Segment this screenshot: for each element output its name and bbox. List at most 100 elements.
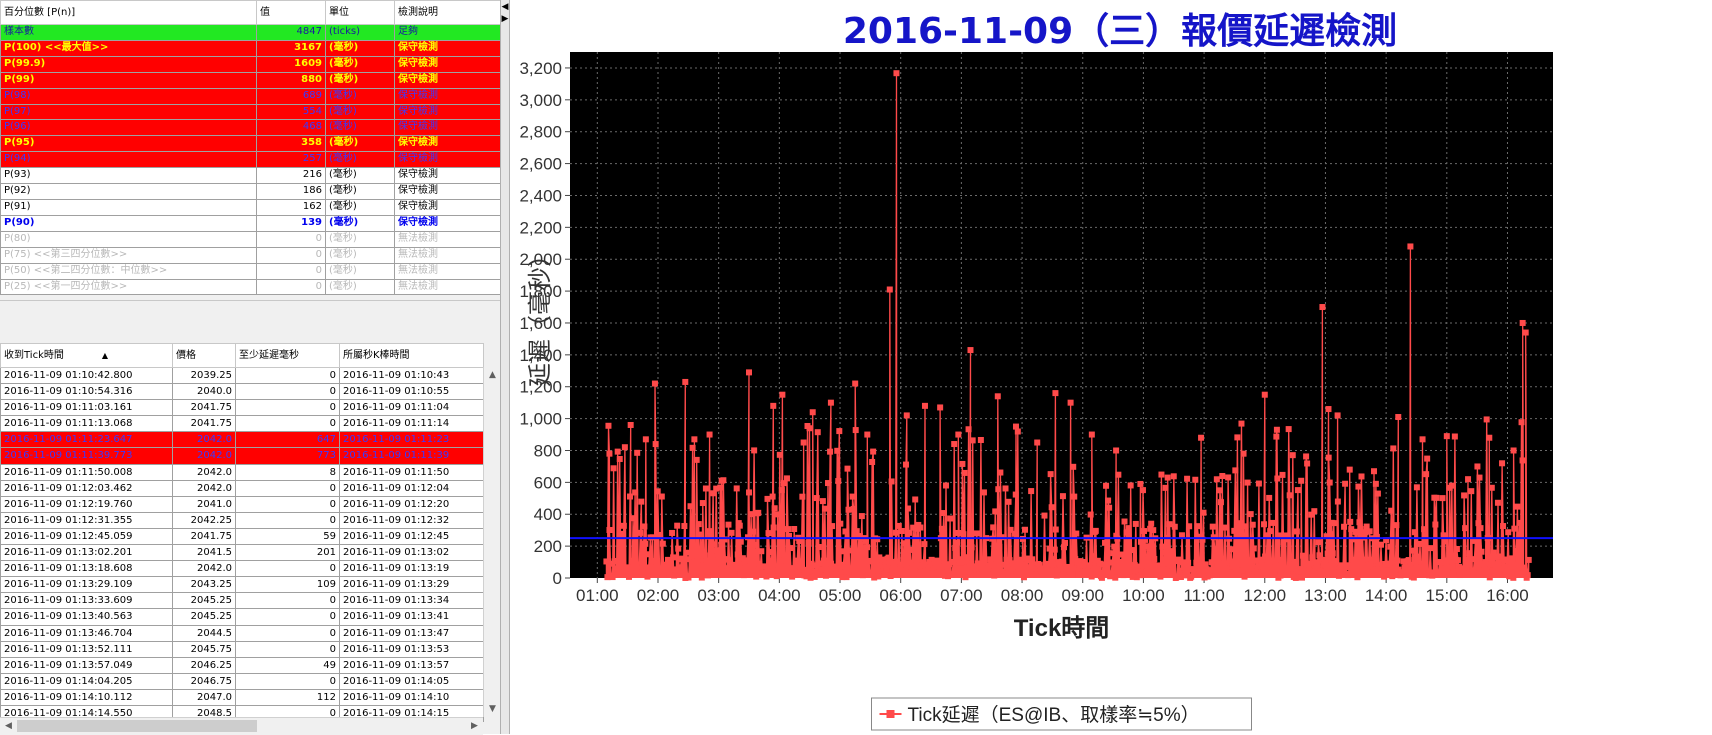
percentile-row[interactable]: P(97) 554 (毫秒) 保守檢測 — [0, 103, 501, 121]
tick-bar-cell[interactable]: 2016-11-09 01:11:39 — [339, 447, 484, 465]
percentile-value-cell[interactable]: 554 — [256, 103, 326, 121]
percentile-unit-cell[interactable]: (毫秒) — [325, 119, 395, 137]
tick-row[interactable]: 2016-11-09 01:11:13.068 2041.75 0 2016-11-0… — [0, 415, 484, 433]
tick-row[interactable]: 2016-11-09 01:11:50.008 2042.0 8 2016-11-09… — [0, 463, 484, 481]
percentile-note-cell[interactable]: 保守檢測 — [394, 119, 501, 137]
percentile-unit-cell[interactable]: (毫秒) — [325, 183, 395, 200]
tick-row[interactable]: 2016-11-09 01:13:02.201 2041.5 201 2016-11-… — [0, 544, 484, 562]
percentile-unit-cell[interactable]: (毫秒) — [325, 87, 395, 105]
percentile-row[interactable]: 樣本數 4847 (ticks) 足夠 — [0, 24, 501, 41]
tick-delay-cell[interactable]: 0 — [235, 672, 340, 690]
tick-bar-cell[interactable]: 2016-11-09 01:10:55 — [339, 383, 484, 401]
tick-delay-cell[interactable]: 0 — [235, 560, 340, 578]
percentile-label-cell[interactable]: P(90) — [0, 214, 257, 232]
percentile-row[interactable]: P(95) 358 (毫秒) 保守檢測 — [0, 135, 501, 153]
tick-time-cell[interactable]: 2016-11-09 01:13:40.563 — [0, 608, 173, 626]
tick-delay-cell[interactable]: 0 — [235, 592, 340, 610]
tick-delay-cell[interactable]: 0 — [235, 624, 340, 642]
percentile-note-cell[interactable]: 保守檢測 — [394, 167, 501, 185]
tick-price-cell[interactable]: 2041.75 — [172, 399, 236, 417]
tick-row[interactable]: 2016-11-09 01:12:45.059 2041.75 59 2016-11-… — [0, 527, 484, 546]
percentile-note-cell[interactable]: 保守檢測 — [394, 135, 501, 153]
tick-price-cell[interactable]: 2046.75 — [172, 672, 236, 690]
tick-time-cell[interactable]: 2016-11-09 01:10:42.800 — [0, 366, 173, 385]
tick-bar-cell[interactable]: 2016-11-09 01:12:32 — [339, 511, 484, 529]
percentile-value-cell[interactable]: 468 — [256, 119, 326, 137]
tick-delay-cell[interactable]: 201 — [235, 544, 340, 562]
tick-row[interactable]: 2016-11-09 01:10:54.316 2040.0 0 2016-11-09… — [0, 383, 484, 401]
tick-bar-cell[interactable]: 2016-11-09 01:13:53 — [339, 640, 484, 658]
tick-price-cell[interactable]: 2044.5 — [172, 624, 236, 642]
tick-time-cell[interactable]: 2016-11-09 01:13:57.049 — [0, 656, 173, 674]
tick-bar-cell[interactable]: 2016-11-09 01:13:41 — [339, 608, 484, 626]
col-header-tick-time[interactable]: 收到Tick時間 ▲ — [0, 343, 173, 368]
tick-time-cell[interactable]: 2016-11-09 01:13:29.109 — [0, 576, 173, 594]
percentile-label-cell[interactable]: P(98) — [0, 87, 257, 105]
tick-time-cell[interactable]: 2016-11-09 01:13:18.608 — [0, 560, 173, 578]
tick-bar-cell[interactable]: 2016-11-09 01:11:23 — [339, 431, 484, 449]
tick-delay-cell[interactable]: 0 — [235, 608, 340, 626]
tick-bar-cell[interactable]: 2016-11-09 01:13:29 — [339, 576, 484, 594]
percentile-unit-cell[interactable]: (毫秒) — [325, 167, 395, 185]
col-header-note[interactable]: 檢測說明 — [394, 0, 501, 25]
percentile-value-cell[interactable]: 0 — [256, 246, 326, 264]
percentile-row[interactable]: P(91) 162 (毫秒) 保守檢測 — [0, 198, 501, 216]
percentile-label-cell[interactable]: P(25) <<第一四分位數>> — [0, 278, 257, 296]
tick-bar-cell[interactable]: 2016-11-09 01:13:57 — [339, 656, 484, 674]
tick-bar-cell[interactable]: 2016-11-09 01:13:19 — [339, 560, 484, 578]
percentile-note-cell[interactable]: 無法檢測 — [394, 262, 501, 280]
percentile-unit-cell[interactable]: (ticks) — [325, 24, 395, 41]
percentile-value-cell[interactable]: 0 — [256, 278, 326, 296]
tick-bar-cell[interactable]: 2016-11-09 01:12:20 — [339, 495, 484, 513]
col-header-delay[interactable]: 至少延遲毫秒 — [235, 343, 340, 368]
percentile-value-cell[interactable]: 1609 — [256, 55, 326, 73]
percentile-value-cell[interactable]: 162 — [256, 198, 326, 216]
tick-row[interactable]: 2016-11-09 01:13:52.111 2045.75 0 2016-11-0… — [0, 640, 484, 658]
tick-time-cell[interactable]: 2016-11-09 01:13:02.201 — [0, 544, 173, 562]
tick-row[interactable]: 2016-11-09 01:13:57.049 2046.25 49 2016-11-… — [0, 656, 484, 674]
percentile-row[interactable]: P(75) <<第三四分位數>> 0 (毫秒) 無法檢測 — [0, 246, 501, 264]
percentile-note-cell[interactable]: 保守檢測 — [394, 214, 501, 232]
percentile-value-cell[interactable]: 3167 — [256, 39, 326, 57]
horizontal-scrollbar[interactable]: ◀ ▶ — [0, 717, 483, 735]
col-header-value[interactable]: 值 — [256, 0, 326, 25]
tick-delay-cell[interactable]: 0 — [235, 399, 340, 417]
tick-price-cell[interactable]: 2046.25 — [172, 656, 236, 674]
percentile-row[interactable]: P(100) <<最大值>> 3167 (毫秒) 保守檢測 — [0, 39, 501, 57]
percentile-note-cell[interactable]: 足夠 — [394, 24, 501, 41]
percentile-label-cell[interactable]: P(93) — [0, 167, 257, 185]
percentile-label-cell[interactable]: P(95) — [0, 135, 257, 153]
tick-bar-cell[interactable]: 2016-11-09 01:11:04 — [339, 399, 484, 417]
tick-time-cell[interactable]: 2016-11-09 01:12:03.462 — [0, 479, 173, 497]
tick-delay-cell[interactable]: 0 — [235, 383, 340, 401]
percentile-note-cell[interactable]: 保守檢測 — [394, 71, 501, 89]
tick-row[interactable]: 2016-11-09 01:14:10.112 2047.0 112 2016-11-… — [0, 688, 484, 706]
tick-time-cell[interactable]: 2016-11-09 01:11:50.008 — [0, 463, 173, 481]
tick-price-cell[interactable]: 2042.0 — [172, 463, 236, 481]
vertical-scrollbar[interactable]: ▲ ▼ — [483, 367, 501, 717]
percentile-label-cell[interactable]: P(100) <<最大值>> — [0, 39, 257, 57]
percentile-value-cell[interactable]: 257 — [256, 151, 326, 169]
tick-delay-cell[interactable]: 59 — [235, 527, 340, 546]
tick-price-cell[interactable]: 2041.5 — [172, 544, 236, 562]
tick-time-cell[interactable]: 2016-11-09 01:11:13.068 — [0, 415, 173, 433]
col-header-unit[interactable]: 單位 — [325, 0, 395, 25]
tick-price-cell[interactable]: 2045.25 — [172, 608, 236, 626]
tick-price-cell[interactable]: 2039.25 — [172, 366, 236, 385]
tick-delay-cell[interactable]: 0 — [235, 640, 340, 658]
percentile-value-cell[interactable]: 358 — [256, 135, 326, 153]
col-header-price[interactable]: 價格 — [172, 343, 236, 368]
tick-delay-cell[interactable]: 0 — [235, 366, 340, 385]
scroll-down-icon[interactable]: ▼ — [484, 701, 501, 717]
tick-row[interactable]: 2016-11-09 01:14:04.205 2046.75 0 2016-11-0… — [0, 672, 484, 690]
tick-price-cell[interactable]: 2042.25 — [172, 511, 236, 529]
percentile-row[interactable]: P(93) 216 (毫秒) 保守檢測 — [0, 167, 501, 185]
tick-time-cell[interactable]: 2016-11-09 01:13:46.704 — [0, 624, 173, 642]
tick-time-cell[interactable]: 2016-11-09 01:14:04.205 — [0, 672, 173, 690]
percentile-label-cell[interactable]: P(92) — [0, 183, 257, 200]
tick-bar-cell[interactable]: 2016-11-09 01:14:05 — [339, 672, 484, 690]
tick-price-cell[interactable]: 2047.0 — [172, 688, 236, 706]
tick-row[interactable]: 2016-11-09 01:13:40.563 2045.25 0 2016-11-0… — [0, 608, 484, 626]
tick-delay-cell[interactable]: 773 — [235, 447, 340, 465]
percentile-label-cell[interactable]: P(99.9) — [0, 55, 257, 73]
